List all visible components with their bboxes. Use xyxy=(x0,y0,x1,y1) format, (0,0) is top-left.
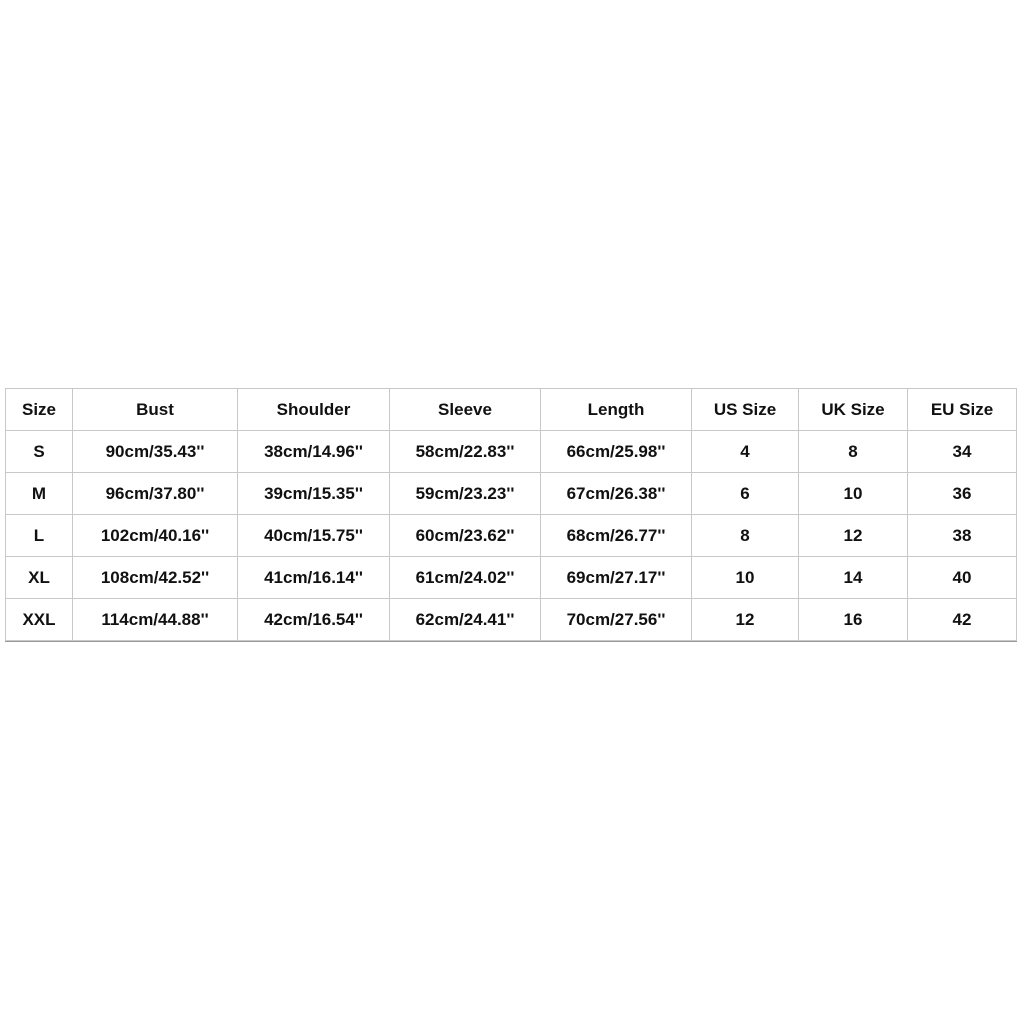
cell-uk-size: 10 xyxy=(798,472,908,515)
cell-length: 67cm/26.38'' xyxy=(540,472,692,515)
table-row: M 96cm/37.80'' 39cm/15.35'' 59cm/23.23''… xyxy=(5,472,1017,515)
cell-length: 68cm/26.77'' xyxy=(540,514,692,557)
cell-sleeve: 60cm/23.62'' xyxy=(389,514,541,557)
header-uk-size: UK Size xyxy=(798,388,908,431)
header-length: Length xyxy=(540,388,692,431)
cell-shoulder: 40cm/15.75'' xyxy=(237,514,390,557)
cell-sleeve: 62cm/24.41'' xyxy=(389,598,541,641)
cell-bust: 114cm/44.88'' xyxy=(72,598,238,641)
cell-shoulder: 41cm/16.14'' xyxy=(237,556,390,599)
cell-eu-size: 36 xyxy=(907,472,1017,515)
cell-us-size: 10 xyxy=(691,556,799,599)
header-us-size: US Size xyxy=(691,388,799,431)
table-row: XXL 114cm/44.88'' 42cm/16.54'' 62cm/24.4… xyxy=(5,598,1017,641)
cell-shoulder: 42cm/16.54'' xyxy=(237,598,390,641)
cell-eu-size: 42 xyxy=(907,598,1017,641)
cell-length: 70cm/27.56'' xyxy=(540,598,692,641)
cell-uk-size: 14 xyxy=(798,556,908,599)
cell-us-size: 8 xyxy=(691,514,799,557)
table-row: S 90cm/35.43'' 38cm/14.96'' 58cm/22.83''… xyxy=(5,430,1017,473)
header-size: Size xyxy=(5,388,73,431)
table-row: L 102cm/40.16'' 40cm/15.75'' 60cm/23.62'… xyxy=(5,514,1017,557)
table-row: XL 108cm/42.52'' 41cm/16.14'' 61cm/24.02… xyxy=(5,556,1017,599)
cell-bust: 96cm/37.80'' xyxy=(72,472,238,515)
cell-size: M xyxy=(5,472,73,515)
cell-uk-size: 12 xyxy=(798,514,908,557)
cell-size: XL xyxy=(5,556,73,599)
cell-shoulder: 39cm/15.35'' xyxy=(237,472,390,515)
header-shoulder: Shoulder xyxy=(237,388,390,431)
cell-bust: 108cm/42.52'' xyxy=(72,556,238,599)
header-row: Size Bust Shoulder Sleeve Length US Size… xyxy=(5,388,1017,431)
cell-eu-size: 38 xyxy=(907,514,1017,557)
cell-us-size: 6 xyxy=(691,472,799,515)
cell-bust: 102cm/40.16'' xyxy=(72,514,238,557)
cell-eu-size: 40 xyxy=(907,556,1017,599)
cell-sleeve: 58cm/22.83'' xyxy=(389,430,541,473)
cell-us-size: 12 xyxy=(691,598,799,641)
cell-us-size: 4 xyxy=(691,430,799,473)
header-eu-size: EU Size xyxy=(907,388,1017,431)
cell-uk-size: 16 xyxy=(798,598,908,641)
cell-bust: 90cm/35.43'' xyxy=(72,430,238,473)
cell-size: L xyxy=(5,514,73,557)
size-chart-table: Size Bust Shoulder Sleeve Length US Size… xyxy=(5,388,1017,641)
cell-size: XXL xyxy=(5,598,73,641)
cell-uk-size: 8 xyxy=(798,430,908,473)
cell-sleeve: 59cm/23.23'' xyxy=(389,472,541,515)
cell-length: 66cm/25.98'' xyxy=(540,430,692,473)
cell-length: 69cm/27.17'' xyxy=(540,556,692,599)
cell-shoulder: 38cm/14.96'' xyxy=(237,430,390,473)
header-bust: Bust xyxy=(72,388,238,431)
header-sleeve: Sleeve xyxy=(389,388,541,431)
cell-size: S xyxy=(5,430,73,473)
cell-sleeve: 61cm/24.02'' xyxy=(389,556,541,599)
cell-eu-size: 34 xyxy=(907,430,1017,473)
